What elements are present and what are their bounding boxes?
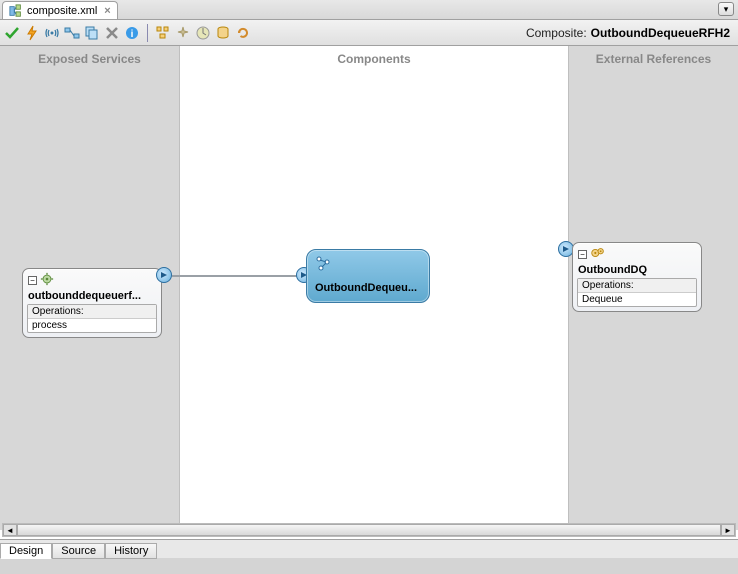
component-node[interactable]: OutboundDequeu... [306, 249, 430, 303]
sparkle-icon[interactable] [175, 25, 191, 41]
delete-icon[interactable] [104, 25, 120, 41]
horizontal-scrollbar[interactable]: ◄ ► [2, 523, 736, 537]
service-operation[interactable]: process [28, 319, 156, 332]
collapse-toggle-icon[interactable]: − [28, 276, 37, 285]
toolbar-separator [147, 24, 148, 42]
tab-design[interactable]: Design [0, 543, 52, 559]
tab-history[interactable]: History [105, 543, 157, 559]
scroll-track[interactable] [17, 524, 721, 536]
editor-tab-composite[interactable]: composite.xml × [2, 1, 118, 19]
wire-icon[interactable] [64, 25, 80, 41]
composite-canvas[interactable]: Exposed Services Components External Ref… [0, 46, 738, 540]
tab-source[interactable]: Source [52, 543, 105, 559]
lightning-icon[interactable] [24, 25, 40, 41]
service-operations-header: Operations: [28, 305, 156, 319]
composite-file-icon [9, 4, 23, 18]
scroll-right-arrow[interactable]: ► [721, 524, 735, 536]
business-rule-icon[interactable] [195, 25, 211, 41]
reference-card[interactable]: − OutboundDQ Operations: Dequeue [572, 242, 702, 312]
bpel-process-icon [315, 256, 331, 272]
info-icon[interactable]: i [124, 25, 140, 41]
editor-tab-label: composite.xml [27, 5, 97, 17]
db-icon[interactable] [215, 25, 231, 41]
gather-icon[interactable] [155, 25, 171, 41]
svg-text:i: i [131, 29, 134, 40]
service-title: outbounddequeuerf... [23, 290, 161, 304]
lane-header-right: External References [569, 52, 738, 66]
copy-icon[interactable] [84, 25, 100, 41]
lane-header-left: Exposed Services [0, 52, 179, 66]
editor-tab-bar: composite.xml × ▾ [0, 0, 738, 20]
scroll-thumb[interactable] [17, 524, 721, 536]
antenna-icon[interactable] [44, 25, 60, 41]
reference-operation[interactable]: Dequeue [578, 293, 696, 306]
reference-operations-header: Operations: [578, 279, 696, 293]
service-output-port[interactable] [156, 267, 172, 283]
wire-service-to-component[interactable] [172, 275, 306, 277]
service-card[interactable]: − outbounddequeuerf... Operations: proce… [22, 268, 162, 338]
reference-title: OutboundDQ [573, 264, 701, 278]
lane-header-center: Components [180, 52, 568, 66]
editor-toolbar: i Composite: OutboundDequeueRFH2 [0, 20, 738, 46]
bottom-tab-bar: Design Source History [0, 540, 738, 558]
close-tab-icon[interactable]: × [104, 5, 110, 17]
validate-icon[interactable] [4, 25, 20, 41]
collapse-toggle-icon[interactable]: − [578, 250, 587, 259]
gear-group-icon [590, 246, 606, 263]
tab-menu-button[interactable]: ▾ [718, 2, 734, 16]
scroll-left-arrow[interactable]: ◄ [3, 524, 17, 536]
composite-label: Composite: [526, 26, 587, 40]
gear-icon [40, 272, 54, 289]
component-label: OutboundDequeu... [315, 282, 423, 294]
composite-name: OutboundDequeueRFH2 [591, 26, 730, 40]
refresh-icon[interactable] [235, 25, 251, 41]
